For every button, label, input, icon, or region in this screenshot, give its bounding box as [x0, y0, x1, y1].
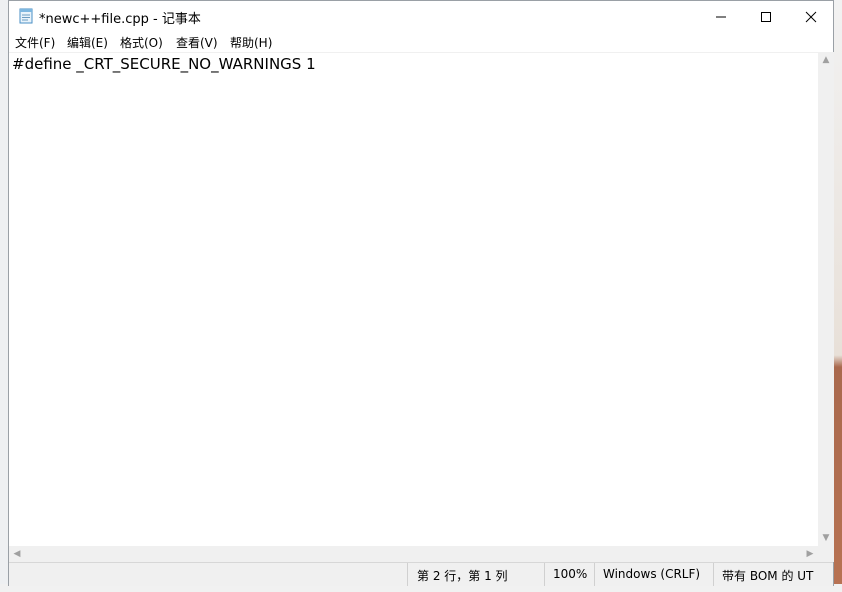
status-divider: [407, 563, 408, 586]
status-divider: [713, 563, 714, 586]
scroll-right-icon[interactable]: ▶: [802, 546, 818, 562]
desktop-background-left: [0, 0, 8, 592]
close-icon: [805, 11, 817, 22]
status-line-ending: Windows (CRLF): [603, 567, 701, 581]
status-zoom: 100%: [553, 567, 588, 581]
status-divider: [594, 563, 595, 586]
menu-format[interactable]: 格式(O): [120, 34, 163, 51]
scroll-down-icon[interactable]: ▼: [818, 530, 834, 546]
menu-edit[interactable]: 编辑(E): [67, 34, 108, 51]
menu-file[interactable]: 文件(F): [15, 34, 55, 51]
scroll-left-icon[interactable]: ◀: [9, 546, 25, 562]
maximize-icon: [761, 11, 771, 22]
status-divider: [544, 563, 545, 586]
editor-content[interactable]: #define _CRT_SECURE_NO_WARNINGS 1: [12, 55, 316, 73]
notepad-icon: [19, 8, 33, 24]
minimize-icon: [716, 16, 726, 17]
menu-bar: 文件(F) 编辑(E) 格式(O) 查看(V) 帮助(H): [9, 32, 833, 52]
text-editor-area[interactable]: #define _CRT_SECURE_NO_WARNINGS 1: [9, 52, 818, 547]
menu-view[interactable]: 查看(V): [176, 34, 218, 51]
status-encoding: 带有 BOM 的 UT: [722, 569, 814, 583]
title-bar[interactable]: *newc++file.cpp - 记事本: [9, 1, 833, 32]
vertical-scrollbar[interactable]: ▲ ▼: [818, 52, 834, 546]
horizontal-scrollbar[interactable]: ◀ ▶: [9, 546, 818, 562]
minimize-button[interactable]: [698, 1, 744, 32]
status-bar: 第 2 行，第 1 列 100% Windows (CRLF) 带有 BOM 的…: [9, 562, 833, 586]
close-button[interactable]: [788, 1, 834, 32]
status-cursor-position: 第 2 行，第 1 列: [417, 569, 508, 583]
maximize-button[interactable]: [743, 1, 789, 32]
window-title: *newc++file.cpp - 记事本: [39, 12, 201, 27]
notepad-window: *newc++file.cpp - 记事本 文件(F) 编辑(E) 格式(O) …: [8, 0, 834, 586]
scroll-up-icon[interactable]: ▲: [818, 52, 834, 68]
menu-help[interactable]: 帮助(H): [230, 34, 272, 51]
scrollbar-corner: [818, 546, 834, 562]
